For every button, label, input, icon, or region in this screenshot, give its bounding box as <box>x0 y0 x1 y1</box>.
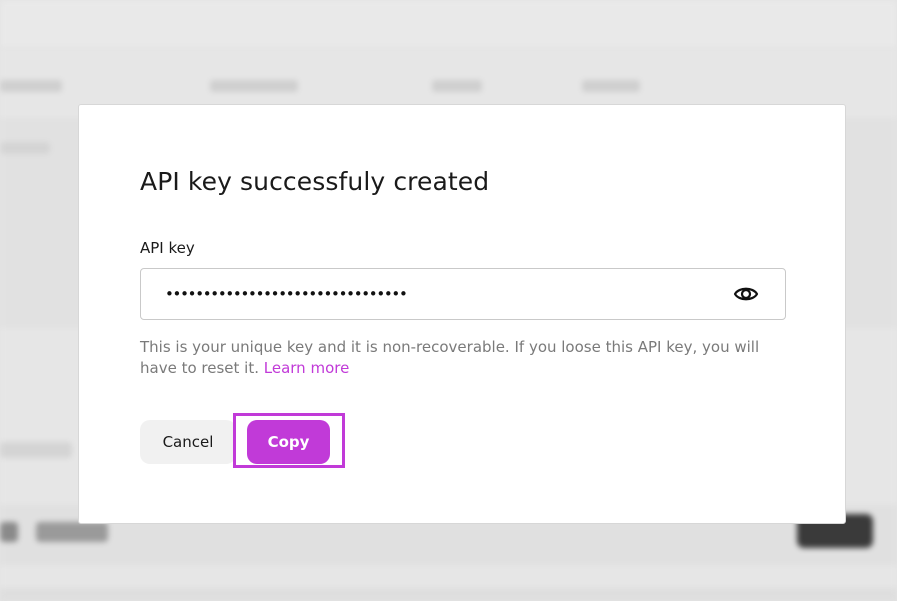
api-key-label: API key <box>140 239 195 257</box>
background-tab <box>432 80 482 92</box>
background-tab <box>582 80 640 92</box>
api-key-created-dialog: API key successfuly created API key ••••… <box>78 104 846 524</box>
background-chip <box>0 522 18 542</box>
api-key-field[interactable]: •••••••••••••••••••••••••••••••• <box>140 268 786 320</box>
api-key-masked-value: •••••••••••••••••••••••••••••••• <box>165 285 408 303</box>
background-chip <box>36 522 108 542</box>
help-text-body: This is your unique key and it is non-re… <box>140 338 760 377</box>
learn-more-link[interactable]: Learn more <box>264 359 350 377</box>
background-text <box>0 442 72 458</box>
eye-icon[interactable] <box>733 284 759 304</box>
cancel-button[interactable]: Cancel <box>140 420 236 464</box>
background-divider <box>0 588 897 601</box>
background-tab <box>0 80 62 92</box>
help-text: This is your unique key and it is non-re… <box>140 337 790 379</box>
background-tab <box>210 80 298 92</box>
background-header <box>0 0 897 49</box>
dialog-title: API key successfuly created <box>140 167 490 196</box>
background-text <box>0 142 50 154</box>
copy-button[interactable]: Copy <box>247 420 330 464</box>
